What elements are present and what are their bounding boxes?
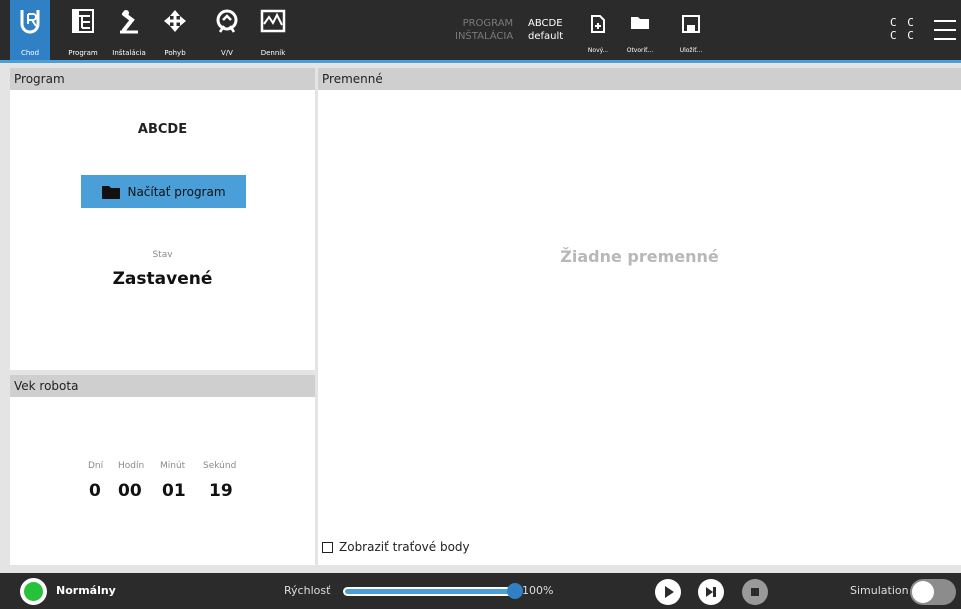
- save-icon: [682, 15, 700, 33]
- show-waypoints-checkbox[interactable]: [322, 541, 333, 553]
- program-value: ABCDE: [528, 18, 563, 29]
- robot-status-text: Normálny: [56, 584, 116, 597]
- age-label-hours: Hodín: [118, 461, 145, 471]
- new-file-icon: [591, 15, 605, 33]
- variables-title: Premenné: [318, 68, 961, 90]
- age-value-minutes: 01: [162, 481, 186, 501]
- top-toolbar: Chod Program Inštalácia Pohyb V/V Denník…: [0, 0, 961, 60]
- nav-run-tab[interactable]: Chod: [10, 0, 50, 60]
- age-label-minutes: Minút: [160, 461, 186, 471]
- new-file-button[interactable]: Nový...: [576, 0, 620, 60]
- nav-io-label: V/V: [221, 49, 233, 57]
- log-icon: [260, 9, 286, 33]
- stop-icon: [751, 588, 759, 596]
- speed-slider-fill: [345, 589, 513, 594]
- age-label-seconds: Sekúnd: [203, 461, 237, 471]
- show-waypoints-option[interactable]: Zobraziť traťové body: [322, 540, 470, 554]
- nav-run-label: Chod: [20, 49, 40, 57]
- bottom-status-bar: Normálny Rýchlosť 100% Simulation: [0, 573, 961, 609]
- variables-panel: Premenné: [318, 68, 961, 565]
- simulation-label: Simulation: [850, 584, 909, 597]
- new-file-label: Nový...: [587, 47, 609, 54]
- nav-log-label: Denník: [260, 49, 286, 57]
- no-variables-message: Žiadne premenné: [560, 247, 719, 266]
- nav-program-label: Program: [68, 49, 98, 57]
- nav-installation-tab[interactable]: Inštalácia: [104, 0, 154, 60]
- robot-status-indicator[interactable]: [20, 578, 47, 605]
- open-file-label: Otvoriť...: [626, 47, 654, 54]
- robot-age-title: Vek robota: [10, 375, 315, 397]
- open-file-button[interactable]: Otvoriť...: [618, 0, 662, 60]
- nav-move-label: Pohyb: [164, 49, 186, 57]
- load-program-label: Načítať program: [127, 184, 226, 199]
- save-file-button[interactable]: Uložiť...: [669, 0, 713, 60]
- state-value: Zastavené: [112, 269, 213, 289]
- play-button[interactable]: [655, 579, 681, 605]
- robot-arm-icon: [120, 10, 138, 34]
- move-arrows-icon: [164, 10, 186, 32]
- program-panel-title: Program: [10, 68, 315, 90]
- simulation-toggle-knob: [912, 581, 934, 603]
- nav-log-tab[interactable]: Denník: [248, 0, 298, 60]
- cc-line-1: C C: [890, 16, 916, 29]
- installation-value: default: [528, 31, 564, 42]
- program-info-keys: PROGRAM INŠTALÁCIA: [455, 17, 513, 43]
- program-name: ABCDE: [137, 122, 188, 137]
- speed-value: 100%: [522, 584, 554, 597]
- step-icon: [706, 587, 716, 597]
- nav-move-tab[interactable]: Pohyb: [150, 0, 200, 60]
- ur-logo-icon: [20, 10, 40, 34]
- program-info-values: ABCDE default: [528, 17, 563, 43]
- load-program-button[interactable]: Načítať program: [81, 175, 246, 208]
- play-icon: [665, 586, 674, 598]
- io-icon: [216, 9, 238, 33]
- hamburger-menu-icon[interactable]: [934, 20, 956, 40]
- step-button[interactable]: [698, 579, 724, 605]
- program-panel: Program: [10, 68, 315, 370]
- folder-icon: [631, 17, 649, 29]
- save-file-label: Uložiť...: [679, 47, 703, 54]
- header-accent-line: [0, 60, 961, 63]
- speed-label: Rýchlosť: [284, 584, 331, 597]
- cc-line-2: C C: [890, 29, 916, 42]
- simulation-toggle[interactable]: [910, 579, 956, 605]
- installation-key: INŠTALÁCIA: [455, 31, 514, 42]
- speed-slider-thumb[interactable]: [507, 583, 523, 599]
- age-value-seconds: 19: [209, 481, 233, 501]
- stop-button[interactable]: [742, 579, 768, 605]
- speed-slider[interactable]: [343, 587, 515, 596]
- folder-icon: [102, 185, 121, 199]
- age-value-days: 0: [89, 481, 101, 501]
- age-label-days: Dní: [88, 461, 104, 471]
- age-value-hours: 00: [118, 481, 142, 501]
- control-status-indicator[interactable]: C C C C: [890, 16, 916, 42]
- nav-program-tab[interactable]: Program: [58, 0, 108, 60]
- nav-io-tab[interactable]: V/V: [202, 0, 252, 60]
- program-key: PROGRAM: [462, 18, 514, 29]
- nav-installation-label: Inštalácia: [112, 49, 146, 57]
- show-waypoints-label: Zobraziť traťové body: [339, 540, 470, 554]
- state-label: Stav: [152, 250, 173, 260]
- program-tree-icon: [72, 9, 94, 33]
